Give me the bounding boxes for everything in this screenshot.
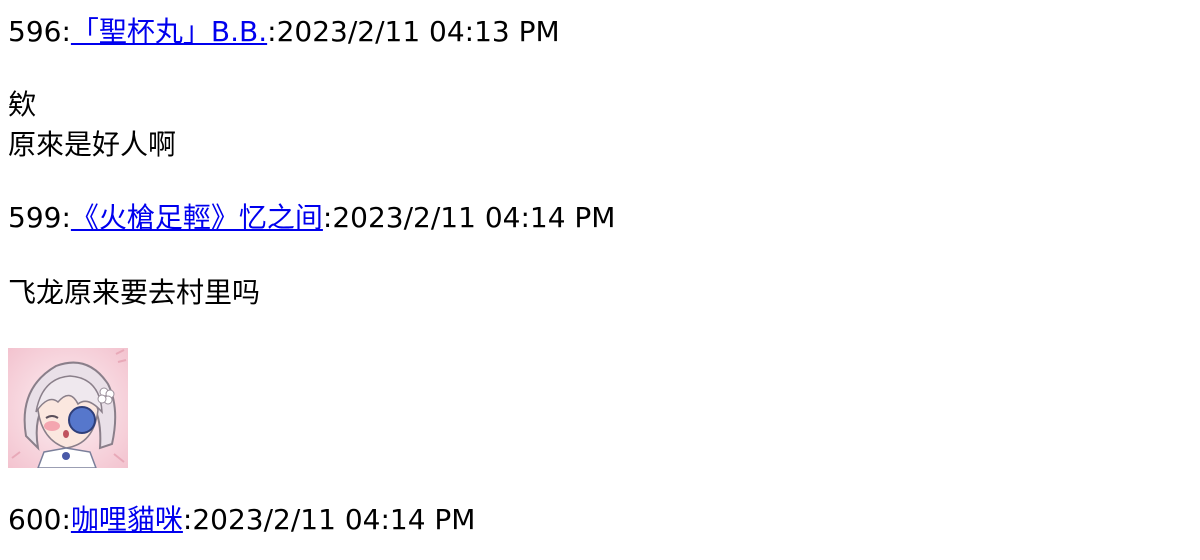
post-body-line: 欸 [8,88,37,121]
chibi-girl-sticker-icon [8,348,128,469]
separator: : [182,503,193,536]
post-timestamp: 2023/2/11 04:14 PM [332,201,616,234]
author-link[interactable]: 《火槍足輕》忆之间 [71,201,323,234]
post-header-600: 600:咖哩貓咪:2023/2/11 04:14 PM [8,502,475,538]
separator: : [322,201,333,234]
post-timestamp: 2023/2/11 04:13 PM [276,15,560,48]
separator: : [267,15,277,48]
post-number: 600 [8,503,62,536]
post-body-line: 飞龙原来要去村里吗 [8,276,261,309]
author-link[interactable]: 「聖杯丸」B.B. [71,15,267,48]
post-header-599: 599:《火槍足輕》忆之间:2023/2/11 04:14 PM [8,200,615,236]
post-header-596: 596:「聖杯丸」B.B.:2023/2/11 04:13 PM [8,14,560,50]
separator: : [61,503,71,536]
post-timestamp: 2023/2/11 04:14 PM [192,503,476,536]
separator: : [61,15,71,48]
author-link[interactable]: 咖哩貓咪 [71,503,183,536]
post-number: 599 [8,201,62,234]
post-body-line: 原來是好人啊 [8,128,177,161]
separator: : [61,201,71,234]
post-number: 596 [8,15,62,48]
